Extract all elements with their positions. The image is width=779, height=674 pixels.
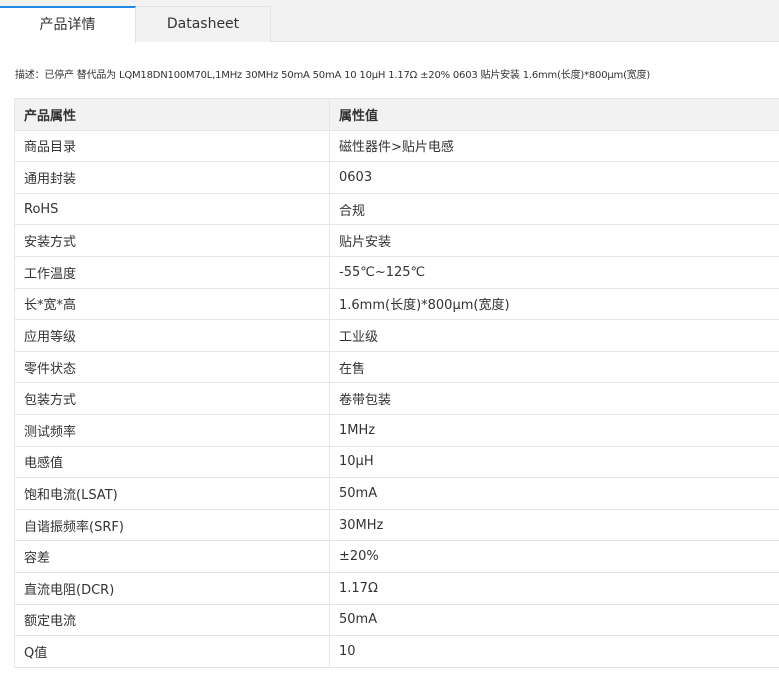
attribute-name-cell: 零件状态 [14, 350, 330, 384]
attribute-name-cell: 包装方式 [14, 382, 330, 415]
attribute-name-cell: 长*宽*高 [14, 287, 330, 321]
product-description: 描述：已停产 替代品为 LQM18DN100M70L,1MHz 30MHz 50… [15, 70, 651, 81]
table-row: 容差 ±20% [14, 540, 779, 573]
table-row: 长*宽*高 1.6mm(长度)*800μm(宽度) [14, 287, 779, 321]
attribute-value-cell: 10μH [329, 445, 779, 479]
table-row: 工作温度 -55℃~125℃ [14, 255, 779, 289]
attribute-name-cell: 工作温度 [14, 255, 330, 289]
table-row: 通用封装 0603 [14, 161, 779, 194]
attribute-value-cell: -55℃~125℃ [329, 255, 779, 289]
attribute-value-cell: 贴片安装 [329, 224, 779, 257]
attribute-value-cell: 卷带包装 [329, 382, 779, 415]
attribute-name-cell: 直流电阻(DCR) [14, 571, 330, 605]
column-header-attribute: 产品属性 [14, 98, 330, 131]
attribute-name-cell: 饱和电流(LSAT) [14, 477, 330, 510]
attribute-value-cell: 50mA [329, 603, 779, 637]
table-header-row: 产品属性 属性值 [14, 98, 779, 131]
table-row: 电感值 10μH [14, 445, 779, 479]
table-row: 饱和电流(LSAT) 50mA [14, 477, 779, 510]
table-row: 应用等级 工业级 [14, 319, 779, 352]
column-header-value: 属性值 [329, 98, 779, 131]
table-row: 额定电流 50mA [14, 603, 779, 637]
attribute-value-cell: 磁性器件>贴片电感 [329, 129, 779, 163]
attribute-name-cell: 电感值 [14, 445, 330, 479]
table-row: 零件状态 在售 [14, 350, 779, 384]
attribute-value-cell: 1.17Ω [329, 571, 779, 605]
table-row: 包装方式 卷带包装 [14, 382, 779, 415]
attribute-value-cell: 工业级 [329, 319, 779, 352]
attribute-name-cell: 测试频率 [14, 413, 330, 447]
attribute-value-cell: 30MHz [329, 508, 779, 542]
table-row: 商品目录 磁性器件>贴片电感 [14, 129, 779, 163]
attribute-value-cell: 合规 [329, 192, 779, 226]
table-row: 安装方式 贴片安装 [14, 224, 779, 257]
attribute-value-cell: 1.6mm(长度)*800μm(宽度) [329, 287, 779, 321]
table-row: Q值 10 [14, 635, 779, 668]
attribute-value-cell: 1MHz [329, 413, 779, 447]
attribute-name-cell: Q值 [14, 635, 330, 668]
tab-product-details[interactable]: 产品详情 [0, 6, 136, 43]
tab-bar: 产品详情 Datasheet [0, 0, 779, 43]
attribute-value-cell: 0603 [329, 161, 779, 194]
attribute-name-cell: 安装方式 [14, 224, 330, 257]
tab-datasheet[interactable]: Datasheet [136, 6, 271, 42]
attribute-value-cell: 50mA [329, 477, 779, 510]
attribute-name-cell: 额定电流 [14, 603, 330, 637]
table-row: RoHS 合规 [14, 192, 779, 226]
table-row: 直流电阻(DCR) 1.17Ω [14, 571, 779, 605]
attribute-name-cell: 应用等级 [14, 319, 330, 352]
attribute-name-cell: 商品目录 [14, 129, 330, 163]
attribute-name-cell: 通用封装 [14, 161, 330, 194]
attribute-value-cell: 在售 [329, 350, 779, 384]
attribute-name-cell: RoHS [14, 192, 330, 226]
attribute-name-cell: 自谐振频率(SRF) [14, 508, 330, 542]
attribute-value-cell: ±20% [329, 540, 779, 573]
table-row: 测试频率 1MHz [14, 413, 779, 447]
attributes-table: 产品属性 属性值 商品目录 磁性器件>贴片电感 通用封装 0603 RoHS 合规 安装方式… [14, 98, 779, 668]
table-row: 自谐振频率(SRF) 30MHz [14, 508, 779, 542]
attribute-value-cell: 10 [329, 635, 779, 668]
attribute-name-cell: 容差 [14, 540, 330, 573]
